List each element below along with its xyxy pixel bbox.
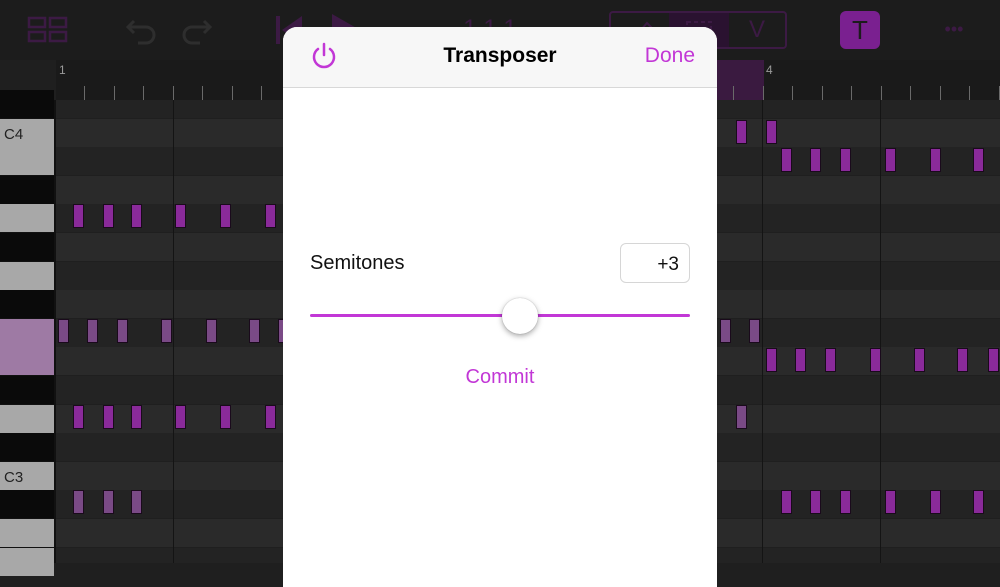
- ruler-tick: [733, 86, 734, 100]
- ruler-tick: [792, 86, 793, 100]
- midi-note[interactable]: [175, 204, 186, 228]
- midi-note[interactable]: [720, 319, 731, 343]
- ruler-tick: [822, 86, 823, 100]
- midi-note[interactable]: [840, 490, 851, 514]
- midi-note[interactable]: [103, 405, 114, 429]
- white-key[interactable]: [0, 519, 54, 547]
- midi-note[interactable]: [870, 348, 881, 372]
- midi-note[interactable]: [766, 348, 777, 372]
- midi-note[interactable]: [795, 348, 806, 372]
- midi-note[interactable]: [58, 319, 69, 343]
- white-key[interactable]: [0, 347, 54, 375]
- bar-line: [762, 100, 763, 563]
- midi-note[interactable]: [265, 204, 276, 228]
- midi-note[interactable]: [988, 348, 999, 372]
- midi-note[interactable]: [914, 348, 925, 372]
- midi-note[interactable]: [131, 204, 142, 228]
- midi-note[interactable]: [220, 204, 231, 228]
- midi-note[interactable]: [73, 490, 84, 514]
- piano-keyboard[interactable]: C4 C3: [0, 90, 56, 576]
- midi-note[interactable]: [885, 148, 896, 172]
- midi-note[interactable]: [957, 348, 968, 372]
- midi-note[interactable]: [206, 319, 217, 343]
- midi-note[interactable]: [249, 319, 260, 343]
- midi-note[interactable]: [131, 405, 142, 429]
- bar-4-label: 4: [766, 63, 773, 77]
- ruler-tick: [881, 86, 882, 100]
- black-key[interactable]: [0, 233, 54, 261]
- ruler-tick: [910, 86, 911, 100]
- loop-region: [716, 60, 764, 100]
- midi-note[interactable]: [781, 148, 792, 172]
- midi-note[interactable]: [73, 405, 84, 429]
- semitones-label: Semitones: [310, 252, 405, 274]
- white-key[interactable]: [0, 147, 54, 175]
- ruler-tick: [763, 86, 764, 100]
- ruler-tick: [261, 86, 262, 100]
- ruler-tick: [202, 86, 203, 100]
- midi-note[interactable]: [265, 405, 276, 429]
- ruler-tick: [232, 86, 233, 100]
- ruler-tick: [84, 86, 85, 100]
- midi-note[interactable]: [220, 405, 231, 429]
- midi-note[interactable]: [973, 148, 984, 172]
- transposer-dialog: Transposer Done Semitones +3 Commit: [283, 27, 717, 587]
- ruler-tick: [851, 86, 852, 100]
- bar-1-label: 1: [59, 63, 66, 77]
- white-key[interactable]: [0, 262, 54, 290]
- ruler-tick: [143, 86, 144, 100]
- ruler-tick: [173, 86, 174, 100]
- ruler-tick: [940, 86, 941, 100]
- commit-button[interactable]: Commit: [283, 366, 717, 389]
- black-key[interactable]: [0, 433, 54, 461]
- midi-note[interactable]: [749, 319, 760, 343]
- velocity-mode-button[interactable]: V: [729, 13, 785, 47]
- black-key[interactable]: [0, 490, 54, 518]
- browser-grid-icon[interactable]: [26, 14, 70, 46]
- midi-note[interactable]: [930, 148, 941, 172]
- black-key[interactable]: [0, 176, 54, 204]
- white-key[interactable]: [0, 319, 54, 347]
- midi-note[interactable]: [736, 120, 747, 144]
- transposer-button[interactable]: T: [840, 11, 880, 49]
- black-key[interactable]: [0, 90, 54, 118]
- white-key[interactable]: [0, 204, 54, 232]
- midi-note[interactable]: [810, 148, 821, 172]
- midi-note[interactable]: [87, 319, 98, 343]
- midi-note[interactable]: [161, 319, 172, 343]
- midi-note[interactable]: [973, 490, 984, 514]
- more-options-icon[interactable]: •••: [934, 14, 974, 44]
- midi-note[interactable]: [103, 490, 114, 514]
- midi-note[interactable]: [840, 148, 851, 172]
- midi-note[interactable]: [103, 204, 114, 228]
- black-key[interactable]: [0, 376, 54, 404]
- dialog-header: Transposer Done: [283, 27, 717, 88]
- midi-note[interactable]: [766, 120, 777, 144]
- midi-note[interactable]: [117, 319, 128, 343]
- midi-note[interactable]: [810, 490, 821, 514]
- semitones-value-field[interactable]: +3: [620, 243, 690, 283]
- semitones-slider-thumb[interactable]: [502, 298, 538, 334]
- c3-label: C3: [4, 469, 24, 486]
- midi-note[interactable]: [825, 348, 836, 372]
- white-key[interactable]: [0, 405, 54, 433]
- midi-note[interactable]: [131, 490, 142, 514]
- ruler-tick: [969, 86, 970, 100]
- midi-note[interactable]: [930, 490, 941, 514]
- midi-note[interactable]: [885, 490, 896, 514]
- midi-note[interactable]: [175, 405, 186, 429]
- midi-note[interactable]: [736, 405, 747, 429]
- undo-icon[interactable]: [122, 12, 162, 48]
- redo-icon[interactable]: [176, 12, 216, 48]
- bar-line: [173, 100, 174, 563]
- white-key[interactable]: [0, 548, 54, 576]
- bar-line: [880, 100, 881, 563]
- semitones-slider-track[interactable]: [310, 314, 690, 317]
- black-key[interactable]: [0, 290, 54, 318]
- midi-note[interactable]: [781, 490, 792, 514]
- midi-note[interactable]: [73, 204, 84, 228]
- ruler-tick: [114, 86, 115, 100]
- c4-label: C4: [4, 126, 24, 143]
- done-button[interactable]: Done: [645, 44, 695, 68]
